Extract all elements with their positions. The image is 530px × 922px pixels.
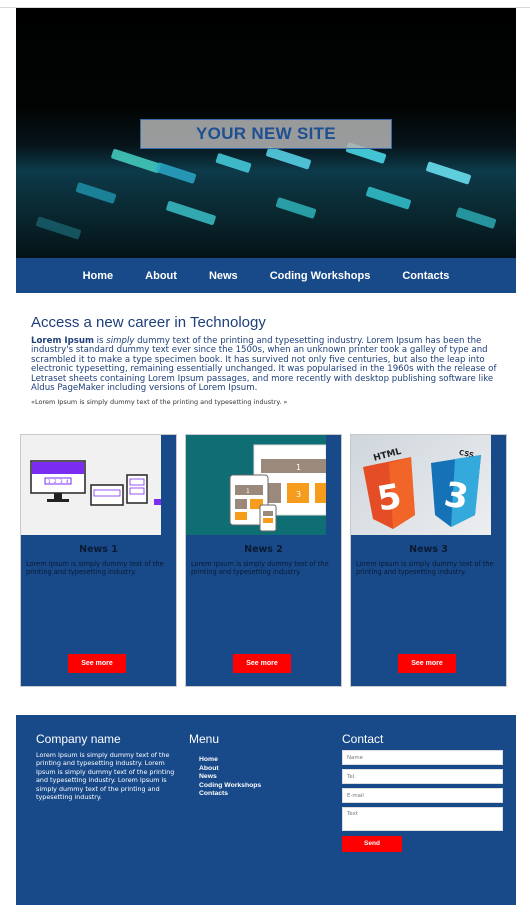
hero-banner: YOUR NEW SITE (16, 8, 516, 258)
nav-contacts[interactable]: Contacts (386, 270, 465, 282)
footer-contact-form: Contact Name Tel. E-mail Text Send (342, 732, 505, 852)
intro-text-2: dummy text of the printing and typesetti… (31, 336, 497, 394)
svg-text:3: 3 (296, 490, 301, 499)
footer-company: Company name Lorem Ipsum is simply dummy… (36, 732, 176, 801)
news-3-image: HTML 5 CSS 3 (351, 435, 491, 535)
footer-menu-coding-workshops[interactable]: Coding Workshops (199, 782, 261, 791)
name-input[interactable]: Name (342, 750, 503, 765)
nav-home[interactable]: Home (67, 270, 130, 282)
news-3-see-more-button[interactable]: See more (398, 654, 456, 673)
nav-about[interactable]: About (129, 270, 193, 282)
hero-light-streak (275, 197, 317, 219)
hero-light-streak (265, 146, 312, 170)
svg-text:1: 1 (246, 488, 250, 495)
footer-menu-title: Menu (189, 732, 220, 746)
svg-text:1: 1 (296, 463, 301, 472)
hero-light-streak (155, 162, 197, 184)
news-2-text: Lorem Ipsum is simply dummy text of the … (191, 560, 329, 576)
hero-light-streak (365, 186, 412, 210)
hero-light-streak (455, 207, 497, 229)
tel-input[interactable]: Tel. (342, 769, 503, 784)
footer-menu-list: Home About News Coding Workshops Contact… (199, 756, 261, 799)
footer-menu-about[interactable]: About (199, 765, 261, 774)
intro-heading: Access a new career in Technology (31, 314, 266, 331)
news-1-image: 1 2 3 4 (21, 435, 161, 535)
responsive-layout-icon: 1 3 1 (229, 444, 326, 532)
news-1-see-more-button[interactable]: See more (68, 654, 126, 673)
footer-menu: Menu Home About News Coding Workshops Co… (189, 732, 261, 799)
news-2-image: 1 3 1 (186, 435, 326, 535)
html5-css3-icon: HTML 5 CSS 3 (363, 447, 481, 529)
hero-light-streak (165, 200, 217, 226)
intro-quote: «Lorem Ipsum is simply dummy text of the… (31, 398, 288, 407)
footer-company-text: Lorem Ipsum is simply dummy text of the … (36, 751, 175, 802)
footer-menu-contacts[interactable]: Contacts (199, 790, 261, 799)
news-card-2: 1 3 1 News 2 Lorem Ipsum is simply dummy… (185, 434, 342, 687)
send-button[interactable]: Send (342, 836, 402, 852)
news-2-see-more-button[interactable]: See more (233, 654, 291, 673)
hero-light-streak (35, 216, 82, 240)
news-card-1: 1 2 3 4 News 1 Lorem Ipsum is simply dum… (20, 434, 177, 687)
footer: Company name Lorem Ipsum is simply dummy… (16, 715, 516, 905)
intro-section: Access a new career in Technology Lorem … (31, 314, 519, 406)
news-card-3: HTML 5 CSS 3 News 3 Lorem Ipsum is simpl… (350, 434, 507, 687)
hero-light-streak (75, 182, 117, 204)
hero-title: YOUR NEW SITE (140, 119, 392, 149)
intro-paragraph: Lorem Ipsum is simply dummy text of the … (31, 336, 519, 394)
nav-coding-workshops[interactable]: Coding Workshops (254, 270, 387, 282)
message-textarea[interactable]: Text (342, 807, 503, 831)
footer-contact-title: Contact (342, 732, 384, 746)
news-2-title: News 2 (244, 544, 283, 555)
hero-light-streak (215, 152, 252, 174)
news-1-text: Lorem Ipsum is simply dummy text of the … (26, 560, 164, 576)
news-3-text: Lorem Ipsum is simply dummy text of the … (356, 560, 494, 576)
hero-light-streak (110, 148, 162, 174)
news-1-title: News 1 (79, 544, 118, 555)
nav-news[interactable]: News (193, 270, 254, 282)
hero-light-streak (425, 161, 472, 185)
responsive-devices-icon: 1 2 3 4 (30, 460, 161, 506)
footer-menu-news[interactable]: News (199, 773, 261, 782)
main-nav: Home About News Coding Workshops Contact… (16, 258, 516, 293)
news-3-title: News 3 (409, 544, 448, 555)
footer-company-title: Company name (36, 732, 121, 746)
footer-menu-home[interactable]: Home (199, 756, 261, 765)
email-input[interactable]: E-mail (342, 788, 503, 803)
